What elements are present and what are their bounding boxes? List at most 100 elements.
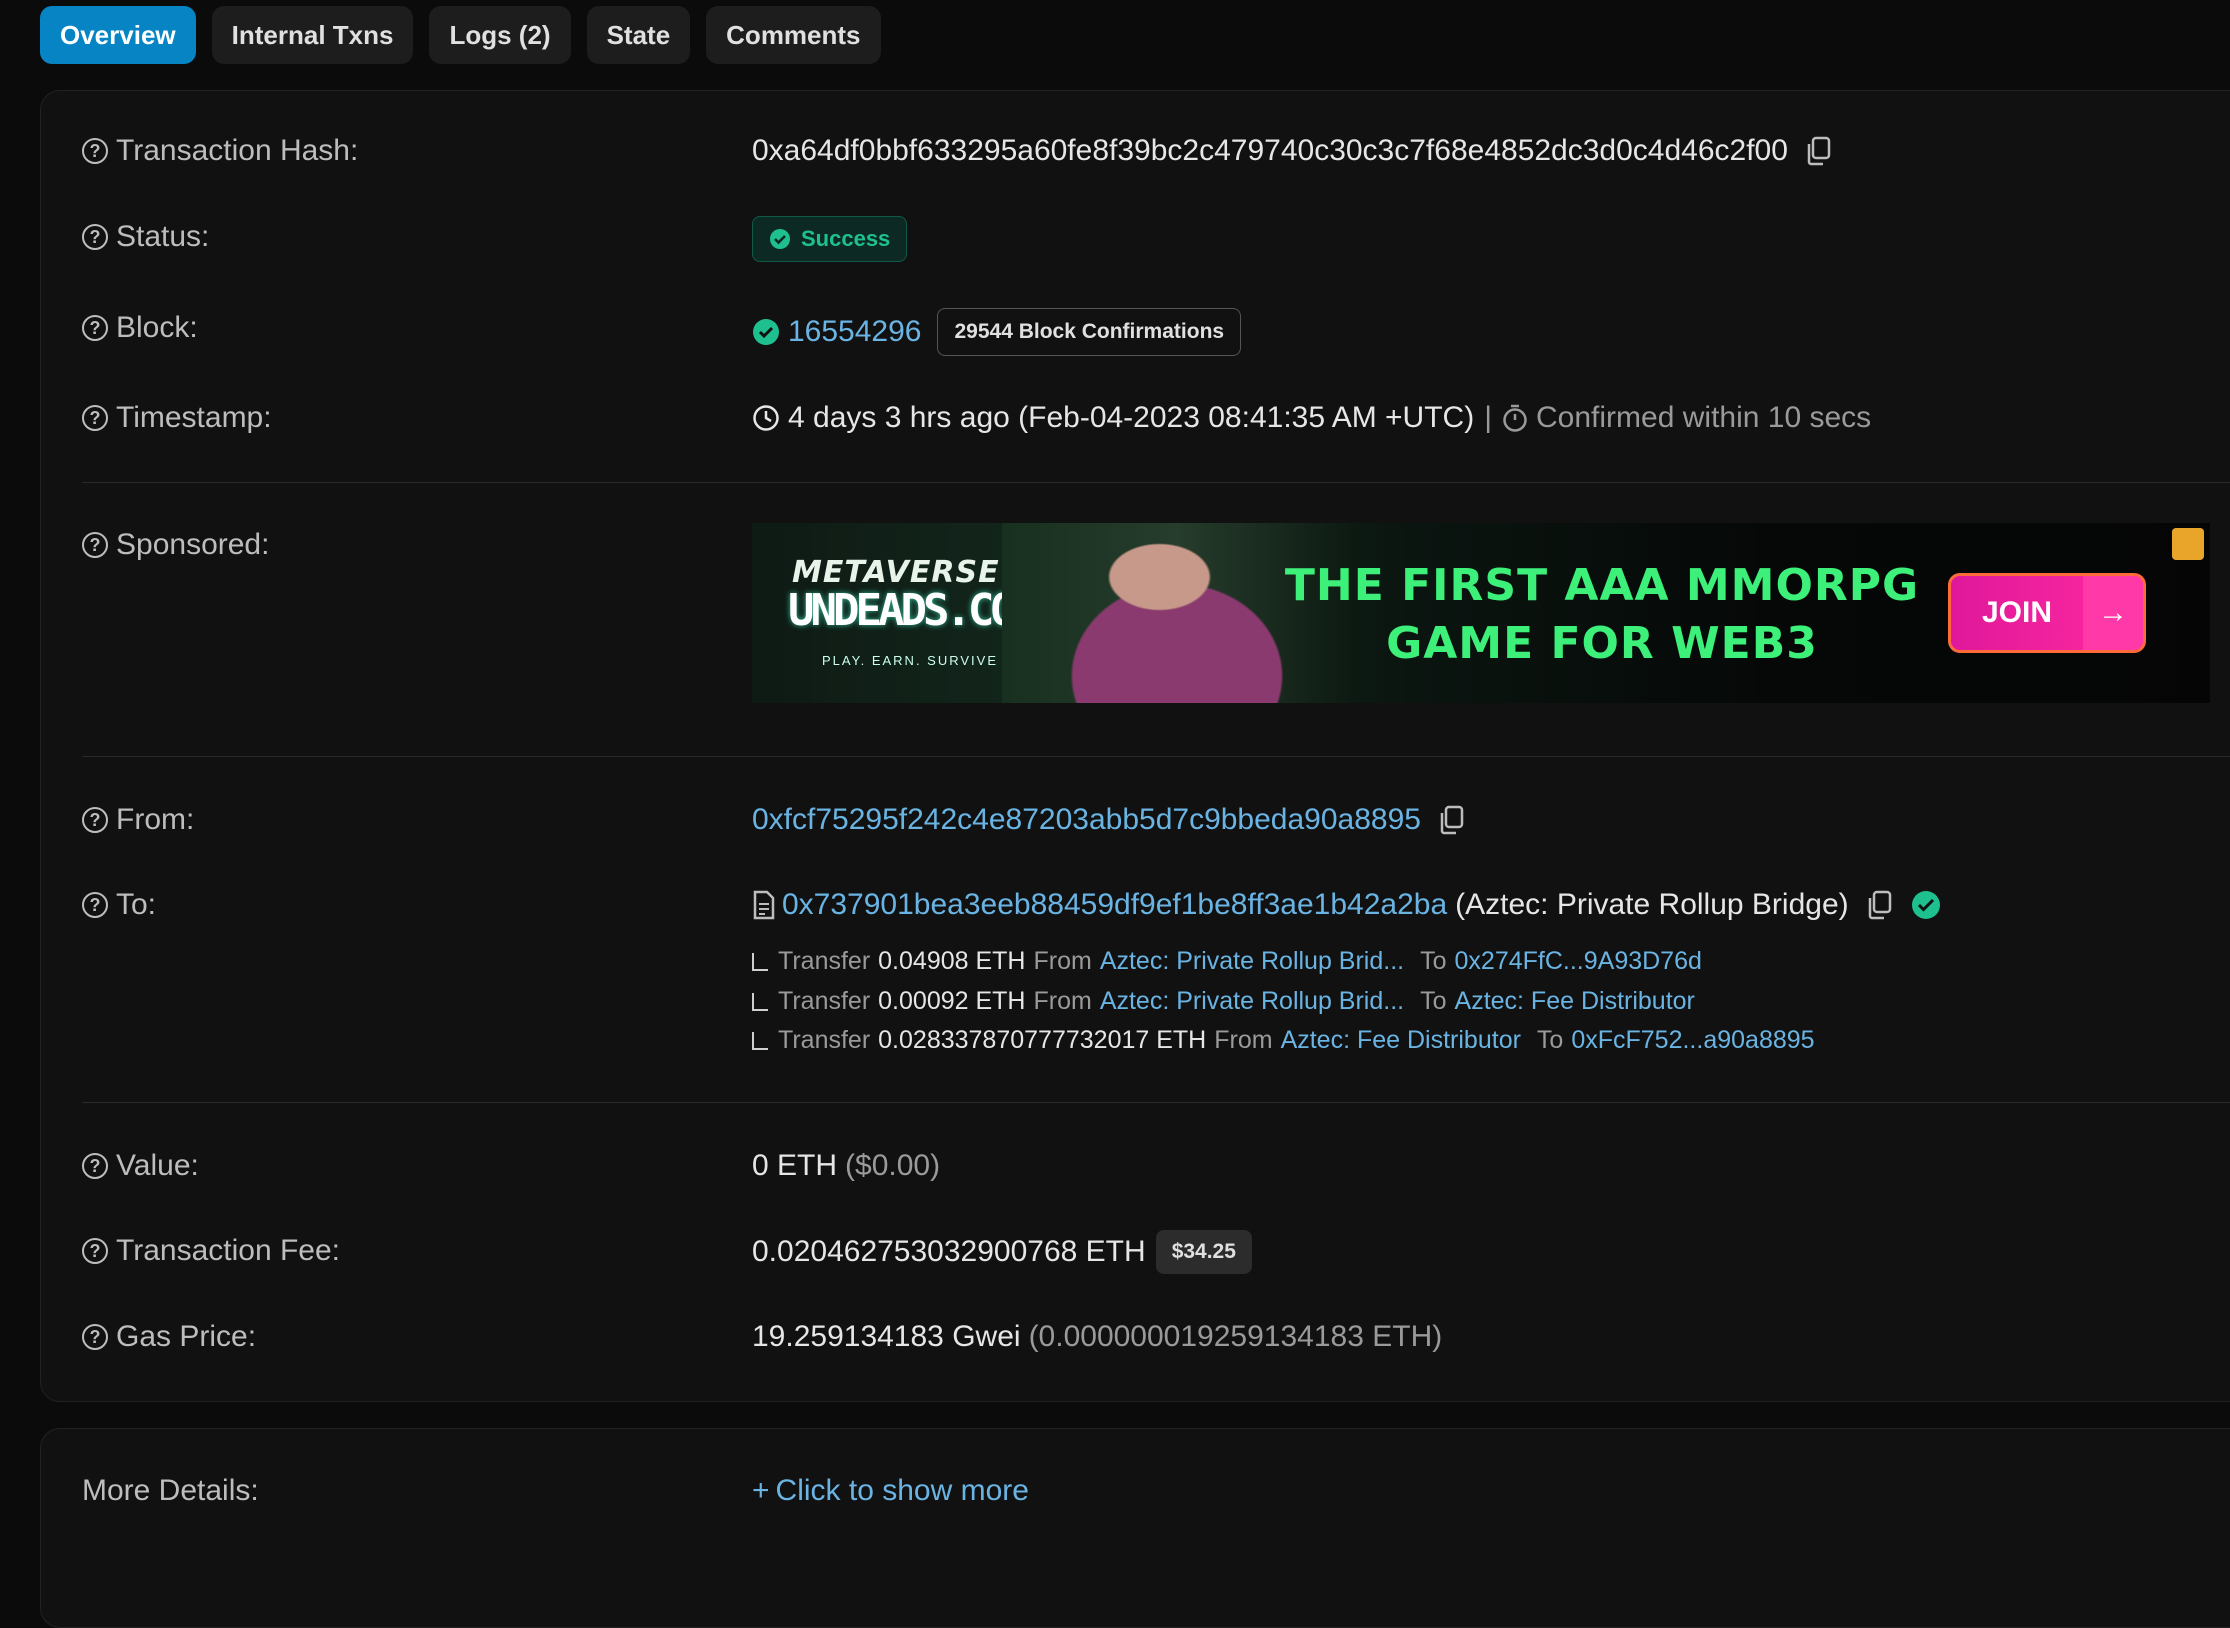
- timestamp-label: ? Timestamp:: [82, 401, 272, 435]
- transfer-from-word: From: [1033, 947, 1092, 975]
- stopwatch-icon: [1503, 404, 1527, 432]
- transfer-to-link[interactable]: 0xFcF752...a90a8895: [1571, 1026, 1814, 1055]
- help-icon[interactable]: ?: [82, 892, 108, 918]
- ad-join-button[interactable]: JOIN →: [1948, 573, 2146, 653]
- help-icon[interactable]: ?: [82, 1324, 108, 1350]
- check-circle-icon: [770, 229, 790, 249]
- block-value: 16554296 29544 Block Confirmations: [752, 308, 1242, 356]
- more-details-card: [40, 1428, 2230, 1628]
- transfer-from-link[interactable]: Aztec: Fee Distributor: [1281, 1026, 1521, 1055]
- contract-file-icon: [753, 890, 775, 920]
- more-details-label-text: More Details:: [82, 1474, 259, 1507]
- tx-hash-label-text: Transaction Hash:: [116, 134, 359, 167]
- divider: [82, 756, 2230, 757]
- transfer-word: Transfer: [778, 947, 871, 975]
- value-value: 0 ETH ($0.00): [752, 1149, 940, 1183]
- to-value: 0x737901bea3eeb88459df9ef1be8ff3ae1b42a2…: [752, 888, 1941, 922]
- confirmed-within-text: Confirmed within 10 secs: [1536, 401, 1872, 434]
- tree-branch-icon: [752, 992, 768, 1011]
- to-address-link[interactable]: 0x737901bea3eeb88459df9ef1be8ff3ae1b42a2…: [782, 888, 1447, 922]
- ad-headline-line-2: GAME FOR WEB3: [1386, 618, 1818, 669]
- timestamp-text: 4 days 3 hrs ago (Feb-04-2023 08:41:35 A…: [788, 401, 1475, 434]
- transfer-from-word: From: [1214, 1026, 1273, 1054]
- block-number-link[interactable]: 16554296: [788, 315, 921, 349]
- tab-logs[interactable]: Logs (2): [429, 6, 571, 64]
- transfer-from-word: From: [1033, 987, 1092, 1015]
- help-icon[interactable]: ?: [82, 315, 108, 341]
- status-value: Success: [752, 216, 908, 262]
- sponsored-ad-banner[interactable]: METAVERSE UNDEADS.COM PLAY. EARN. SURVIV…: [752, 523, 2210, 703]
- tab-internal-txns[interactable]: Internal Txns: [211, 6, 414, 64]
- copy-icon[interactable]: [1439, 805, 1465, 835]
- verified-check-icon: [1911, 891, 1940, 919]
- token-transfer-row: Transfer 0.00092 ETH From Aztec: Private…: [752, 987, 1703, 1016]
- transfer-amount: 0.00092 ETH: [878, 987, 1026, 1015]
- gas-price-gwei: 19.259134183 Gwei: [752, 1320, 1021, 1353]
- ad-logo: UNDEADS.COM: [788, 585, 1039, 636]
- transfer-amount: 0.04908 ETH: [878, 947, 1026, 975]
- block-label: ? Block:: [82, 311, 198, 345]
- fee-value: 0.020462753032900768 ETH $34.25: [752, 1230, 1252, 1274]
- transfer-from-link[interactable]: Aztec: Private Rollup Brid...: [1100, 987, 1404, 1016]
- ad-headline-line-1: THE FIRST AAA MMORPG: [1284, 560, 1920, 611]
- help-icon[interactable]: ?: [82, 1238, 108, 1264]
- value-label-text: Value:: [116, 1149, 199, 1182]
- help-icon[interactable]: ?: [82, 807, 108, 833]
- overview-card: [40, 90, 2230, 1402]
- sponsored-label-text: Sponsored:: [116, 528, 270, 561]
- from-address-link[interactable]: 0xfcf75295f242c4e87203abb5d7c9bbeda90a88…: [752, 803, 1421, 837]
- status-text: Success: [801, 226, 891, 251]
- tree-branch-icon: [752, 1031, 768, 1050]
- status-label-text: Status:: [116, 220, 210, 253]
- from-label-text: From:: [116, 803, 195, 836]
- ad-provider-icon[interactable]: [2172, 528, 2204, 560]
- tab-overview[interactable]: Overview: [40, 6, 196, 64]
- copy-icon[interactable]: [1867, 890, 1893, 920]
- timestamp-separator: |: [1484, 401, 1493, 434]
- help-icon[interactable]: ?: [82, 224, 108, 250]
- show-more-link[interactable]: + Click to show more: [752, 1474, 1029, 1508]
- gas-price-label-text: Gas Price:: [116, 1320, 257, 1353]
- fee-eth: 0.020462753032900768 ETH: [752, 1235, 1146, 1268]
- tab-state[interactable]: State: [586, 6, 691, 64]
- to-contract-name: (Aztec: Private Rollup Bridge): [1455, 888, 1849, 921]
- gas-price-label: ? Gas Price:: [82, 1320, 256, 1354]
- tx-hash-text: 0xa64df0bbf633295a60fe8f39bc2c479740c30c…: [752, 134, 1788, 167]
- transfer-to-link[interactable]: Aztec: Fee Distributor: [1455, 987, 1695, 1016]
- show-more-text: Click to show more: [775, 1474, 1029, 1507]
- status-badge: Success: [752, 216, 908, 262]
- tab-comments[interactable]: Comments: [706, 6, 881, 64]
- help-icon[interactable]: ?: [82, 532, 108, 558]
- more-details-label: More Details:: [82, 1474, 259, 1508]
- transfer-to-word: To: [1420, 987, 1447, 1015]
- transfer-to-link[interactable]: 0x274FfC...9A93D76d: [1455, 947, 1702, 976]
- timestamp-value: 4 days 3 hrs ago (Feb-04-2023 08:41:35 A…: [752, 401, 1871, 435]
- divider: [82, 1102, 2230, 1103]
- transfer-to-word: To: [1536, 1026, 1564, 1054]
- sponsored-label: ? Sponsored:: [82, 528, 269, 562]
- block-label-text: Block:: [116, 311, 198, 344]
- token-transfer-row: Transfer 0.028337870777732017 ETH From A…: [752, 1026, 1823, 1055]
- help-icon[interactable]: ?: [82, 405, 108, 431]
- status-label: ? Status:: [82, 220, 209, 254]
- ad-logo-tagline: PLAY. EARN. SURVIVE: [822, 653, 999, 668]
- help-icon[interactable]: ?: [82, 1153, 108, 1179]
- arrow-right-icon: →: [2083, 576, 2143, 650]
- from-label: ? From:: [82, 803, 194, 837]
- block-confirmations-badge[interactable]: 29544 Block Confirmations: [937, 308, 1242, 356]
- transfer-word: Transfer: [778, 987, 871, 1015]
- fee-label: ? Transaction Fee:: [82, 1234, 340, 1268]
- to-label: ? To:: [82, 888, 156, 922]
- transfer-to-word: To: [1420, 947, 1447, 975]
- help-icon[interactable]: ?: [82, 138, 108, 164]
- tx-hash-label: ? Transaction Hash:: [82, 134, 358, 168]
- fee-usd-badge: $34.25: [1155, 1230, 1252, 1274]
- copy-icon[interactable]: [1806, 136, 1832, 166]
- ad-join-label: JOIN: [1981, 596, 2053, 629]
- clock-icon: [753, 405, 779, 431]
- from-value: 0xfcf75295f242c4e87203abb5d7c9bbeda90a88…: [752, 803, 1465, 837]
- to-label-text: To:: [116, 888, 157, 921]
- tx-hash-value: 0xa64df0bbf633295a60fe8f39bc2c479740c30c…: [752, 134, 1832, 168]
- fee-label-text: Transaction Fee:: [116, 1234, 340, 1267]
- transfer-from-link[interactable]: Aztec: Private Rollup Brid...: [1100, 947, 1404, 976]
